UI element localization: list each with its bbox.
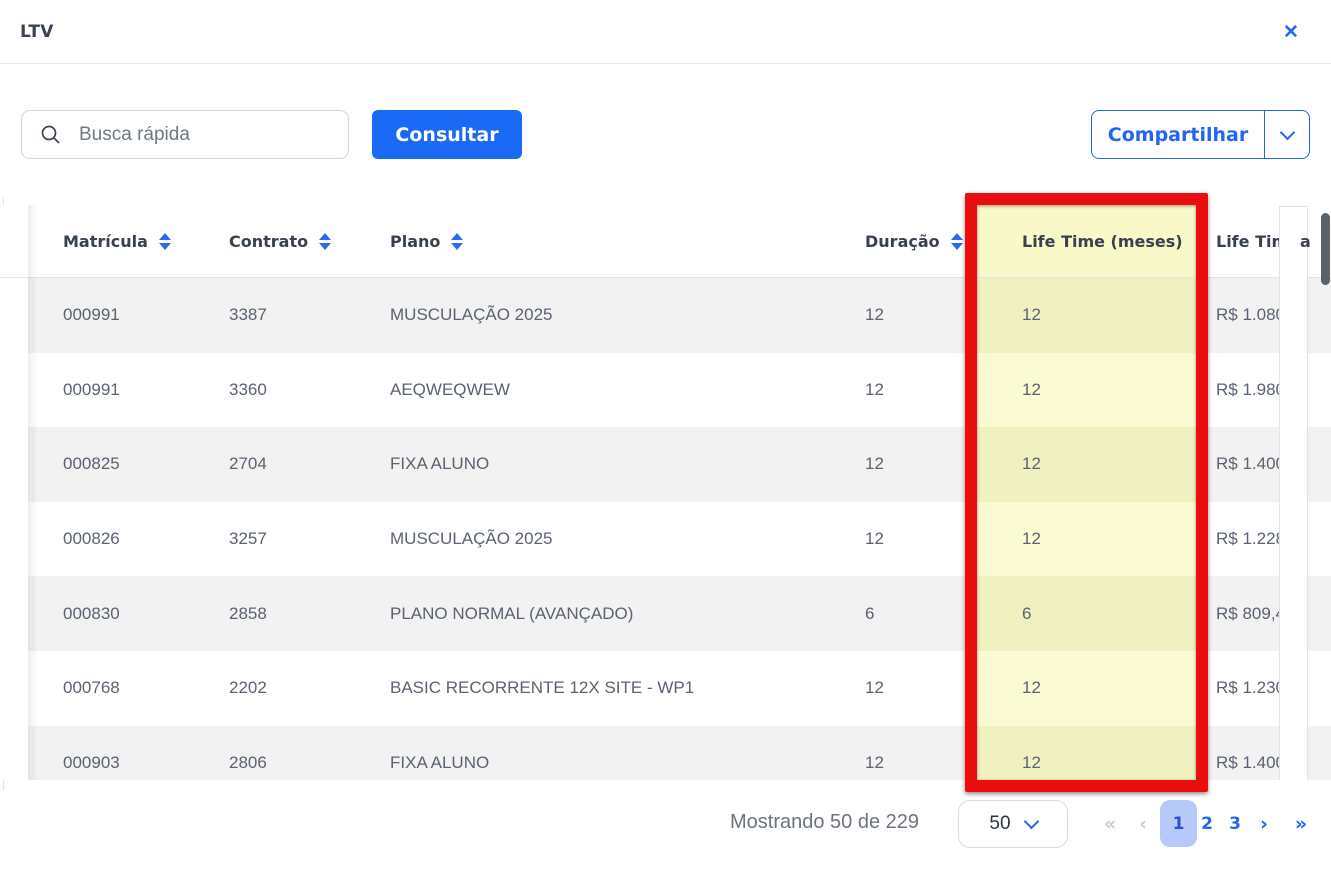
- column-header-lifetime-valor: Life Tim: [1216, 205, 1288, 277]
- highlighted-cell-bg: [977, 502, 1197, 577]
- search-input[interactable]: [77, 123, 330, 147]
- sort-icon[interactable]: [451, 233, 463, 250]
- table-row: 000991 3360 AEQWEQWEW 12 12 R$ 1.980: [0, 353, 1331, 428]
- page-title: LTV: [20, 22, 54, 42]
- clipped-header-fragment: a: [1300, 205, 1311, 277]
- chevron-down-icon: [1023, 814, 1039, 830]
- search-box[interactable]: [21, 110, 349, 159]
- table-row: 000826 3257 MUSCULAÇÃO 2025 12 12 R$ 1.2…: [0, 502, 1331, 577]
- table-row: 000830 2858 PLANO NORMAL (AVANÇADO) 6 6 …: [0, 576, 1331, 651]
- column-header-matricula[interactable]: Matrícula: [63, 205, 171, 277]
- first-page-button[interactable]: «: [1096, 800, 1124, 848]
- share-dropdown-toggle[interactable]: [1265, 111, 1309, 158]
- data-table: Matrícula Contrato Plano Duração Life Ti…: [0, 205, 1331, 780]
- last-page-button[interactable]: »: [1286, 800, 1316, 848]
- highlighted-cell-bg: [977, 427, 1197, 502]
- highlighted-cell-bg: [977, 726, 1197, 780]
- sort-icon[interactable]: [159, 233, 171, 250]
- table-row: 000825 2704 FIXA ALUNO 12 12 R$ 1.400: [0, 427, 1331, 502]
- table-row: 000991 3387 MUSCULAÇÃO 2025 12 12 R$ 1.0…: [0, 278, 1331, 353]
- highlighted-cell-bg: [977, 278, 1197, 353]
- search-icon: [40, 124, 61, 145]
- highlighted-cell-bg: [977, 576, 1197, 651]
- column-header-contrato[interactable]: Contrato: [229, 205, 331, 277]
- next-page-button[interactable]: ›: [1253, 800, 1275, 848]
- pagination-summary: Mostrando 50 de 229: [730, 811, 919, 834]
- close-icon[interactable]: ✕: [1279, 20, 1303, 44]
- table-vertical-scrollbar-track[interactable]: [1279, 206, 1308, 780]
- chevron-down-icon: [1279, 124, 1295, 140]
- highlighted-cell-bg: [977, 651, 1197, 726]
- sort-icon[interactable]: [951, 233, 963, 250]
- page-size-select[interactable]: 50: [958, 800, 1068, 848]
- modal-header: LTV ✕: [0, 0, 1331, 64]
- table-row: 000768 2202 BASIC RECORRENTE 12X SITE - …: [0, 651, 1331, 726]
- page-button-2[interactable]: 2: [1196, 800, 1218, 848]
- highlighted-cell-bg: [977, 353, 1197, 428]
- table-row: 000903 2806 FIXA ALUNO 12 12 R$ 1.400: [0, 726, 1331, 780]
- horizontal-scroll-shadow: [28, 205, 38, 780]
- share-split-button[interactable]: Compartilhar: [1091, 110, 1310, 159]
- share-button[interactable]: Compartilhar: [1092, 111, 1265, 158]
- column-header-duracao[interactable]: Duração: [865, 205, 963, 277]
- page-size-value: 50: [989, 813, 1010, 835]
- sort-icon[interactable]: [319, 233, 331, 250]
- consult-button[interactable]: Consultar: [372, 110, 522, 159]
- scrollbar-thumb[interactable]: [1321, 213, 1330, 285]
- page-button-3[interactable]: 3: [1224, 800, 1246, 848]
- page-button-1[interactable]: 1: [1160, 800, 1197, 847]
- table-header-row: Matrícula Contrato Plano Duração Life Ti…: [0, 205, 1331, 278]
- column-header-plano[interactable]: Plano: [390, 205, 463, 277]
- column-header-lifetime-meses: Life Time (meses): [1022, 205, 1183, 277]
- prev-page-button[interactable]: ‹: [1132, 800, 1154, 848]
